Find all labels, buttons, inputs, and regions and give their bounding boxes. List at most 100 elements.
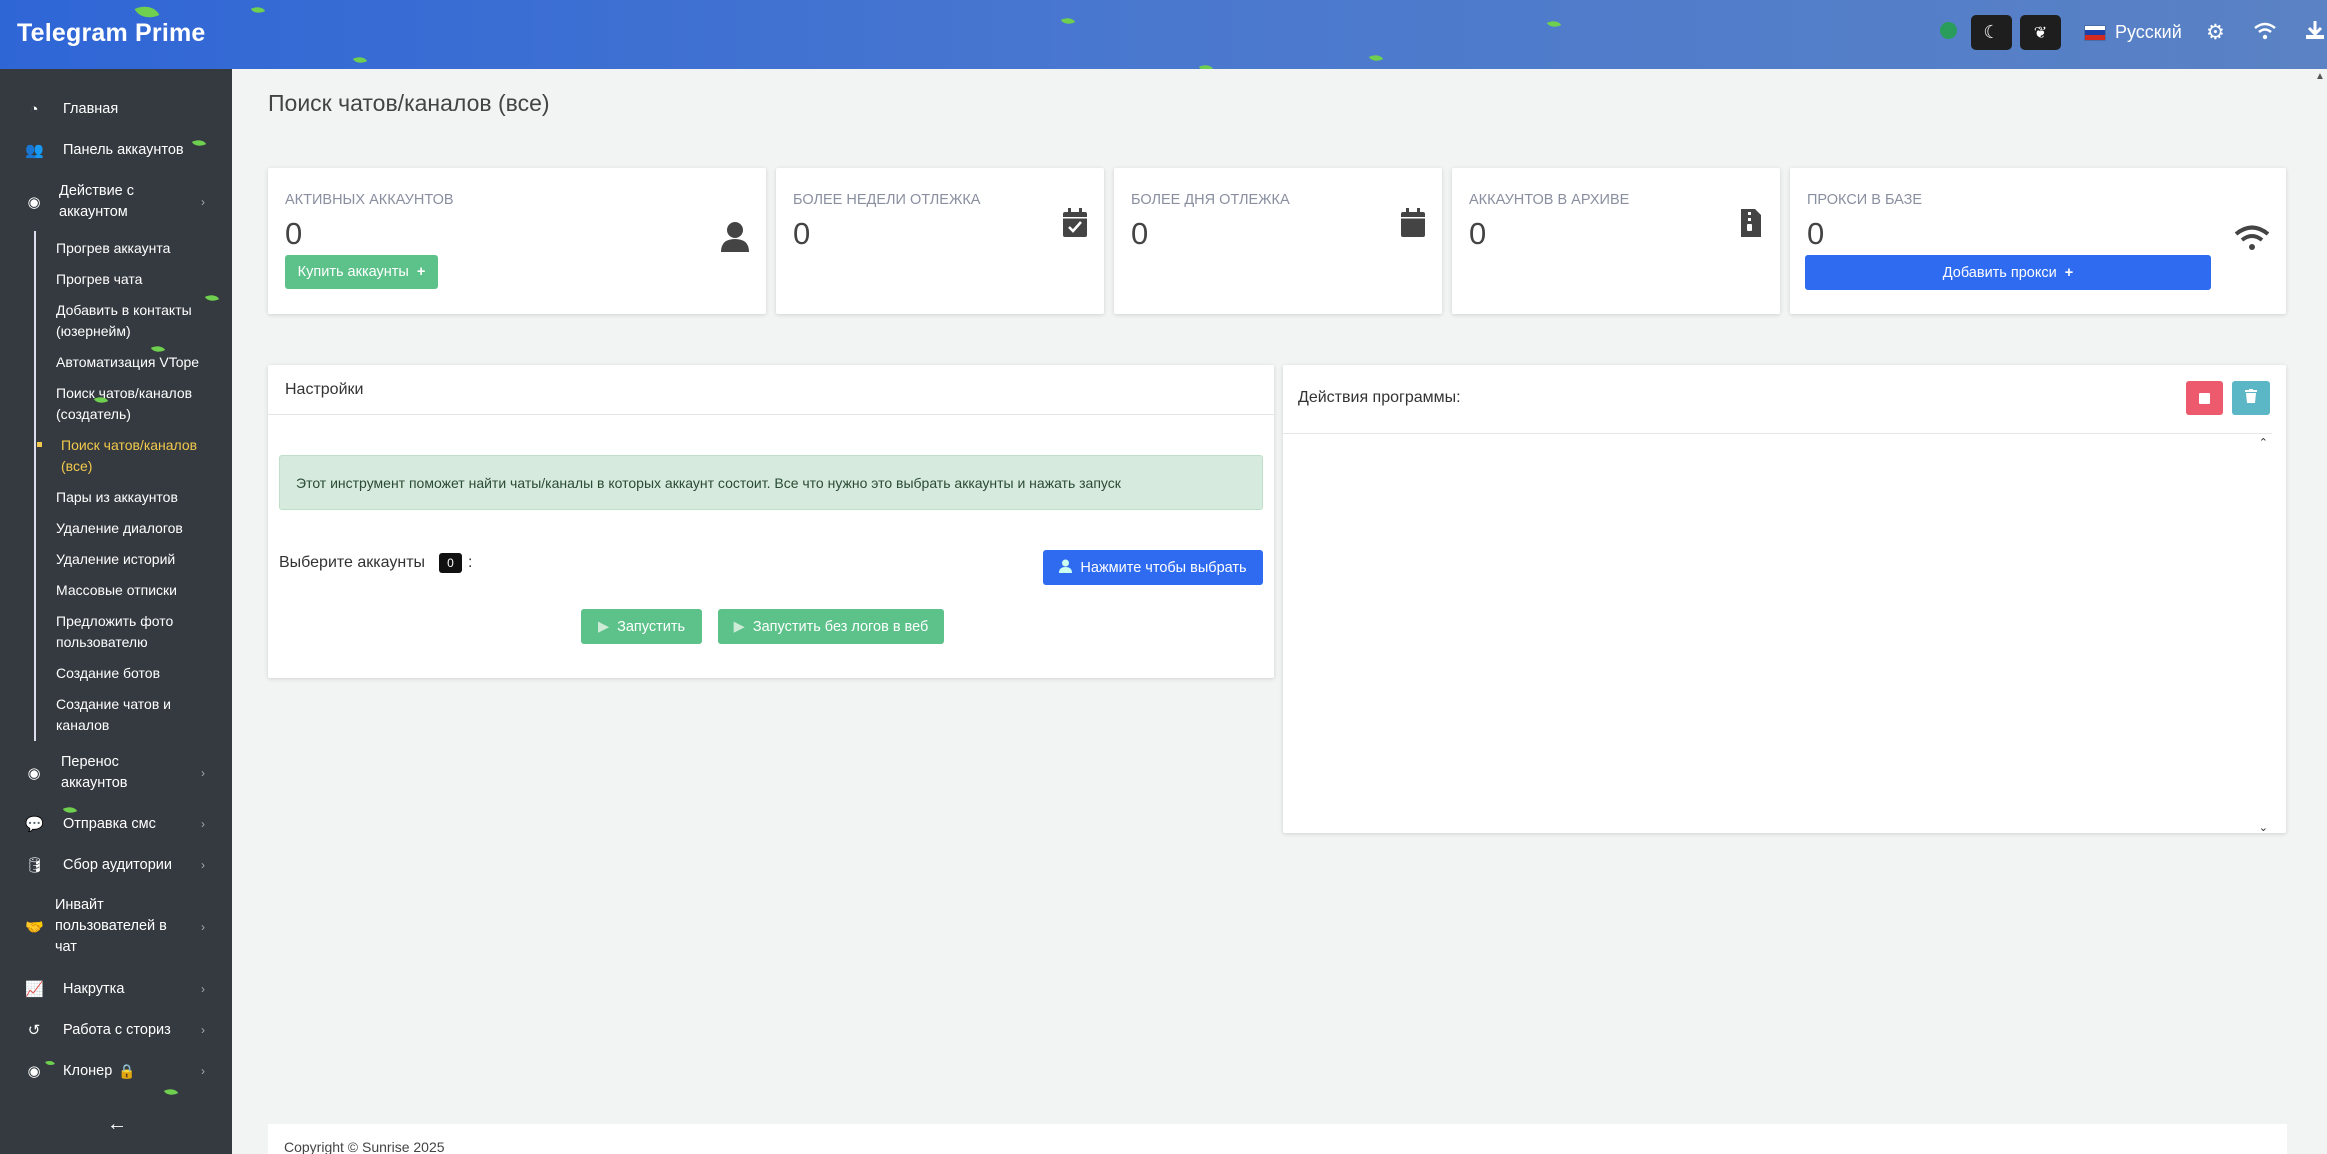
users-icon: 👥 — [25, 142, 44, 159]
chevron-right-icon: › — [201, 982, 205, 996]
calendar-check-icon — [1062, 208, 1088, 246]
leaf-decoration — [250, 3, 266, 17]
settings-panel-header: Настройки — [268, 365, 1274, 415]
sidebar-item-label: Действие с аккаунтом — [59, 183, 135, 220]
sidebar-item-invite[interactable]: 🤝 Инвайт пользователей в чат › — [0, 895, 232, 958]
sidebar-item-audience[interactable]: 🛢 Сбор аудитории › — [0, 854, 232, 876]
actions-title: Действия программы: — [1298, 389, 1461, 406]
plus-icon: + — [2064, 264, 2074, 281]
sidebar-subitem-search-creator[interactable]: Поиск чатов/каналов (создатель) — [56, 383, 206, 425]
sidebar-subitem-mass-unsubscribe[interactable]: Массовые отписки — [56, 580, 211, 601]
stat-label: АКТИВНЫХ АККАУНТОВ — [285, 192, 454, 208]
dark-mode-button[interactable]: ☾ — [1971, 15, 2012, 50]
scroll-down-icon[interactable]: ⌄ — [2259, 821, 2268, 834]
leaf-decoration — [1368, 51, 1384, 65]
trash-icon — [2245, 389, 2257, 407]
sidebar-subitem-pairs[interactable]: Пары из аккаунтов — [56, 487, 211, 508]
select-accounts-row: Выберите аккаунты 0 : — [279, 553, 472, 573]
sidebar-item-home[interactable]: ◔ Главная — [0, 98, 232, 120]
chevron-right-icon: › — [201, 817, 205, 831]
sidebar-item-label: Накрутка — [63, 980, 125, 997]
gauge-icon: ◔ — [29, 100, 39, 118]
handshake-icon: 🤝 — [25, 918, 44, 936]
active-indicator — [37, 442, 42, 447]
plus-icon: + — [416, 264, 426, 280]
stop-icon — [2199, 392, 2210, 404]
russia-flag-icon — [2084, 24, 2106, 41]
sidebar-item-label: Панель аккаунтов — [63, 141, 184, 158]
moon-icon: ☾ — [1983, 22, 2000, 42]
sidebar-item-boost[interactable]: 📈 Накрутка › — [0, 978, 232, 1000]
wifi-icon — [2234, 225, 2270, 259]
stat-card-proxy: ПРОКСИ В БАЗЕ 0 Добавить прокси + — [1790, 168, 2286, 314]
user-circle-icon: ◉ — [27, 765, 41, 782]
calendar-icon — [1400, 208, 1426, 246]
leaf-decoration — [1060, 14, 1076, 28]
run-button[interactable]: ▶ Запустить — [581, 609, 702, 644]
sidebar-subitem-suggest-photo[interactable]: Предложить фото пользователю — [56, 611, 196, 653]
select-accounts-label: Выберите аккаунты — [279, 554, 426, 571]
stat-value: 0 — [285, 216, 303, 251]
history-icon: ↺ — [27, 1022, 41, 1039]
stat-label: ПРОКСИ В БАЗЕ — [1807, 192, 1923, 208]
user-icon — [1059, 559, 1073, 577]
language-label: Русский — [2115, 22, 2182, 42]
add-proxy-button[interactable]: Добавить прокси + — [1805, 255, 2211, 290]
sidebar-subitem-warmup-account[interactable]: Прогрев аккаунта — [56, 238, 211, 259]
sidebar-item-account-actions[interactable]: ◉ Действие с аккаунтом › — [0, 181, 232, 223]
top-header: Telegram Prime ☾ ❦ Русский ⚙ — [0, 0, 2327, 75]
footer: Copyright © Sunrise 2025 — [268, 1124, 2287, 1154]
sidebar-subitem-search-all[interactable]: Поиск чатов/каналов (все) — [61, 435, 211, 477]
chevron-right-icon: › — [201, 1064, 205, 1078]
leaf-decoration — [352, 53, 368, 67]
sidebar-item-cloner[interactable]: ◉ Клонер 🔒 › — [0, 1060, 232, 1082]
stat-card-day: БОЛЕЕ ДНЯ ОТЛЕЖКА 0 — [1114, 168, 1442, 314]
select-accounts-button[interactable]: Нажмите чтобы выбрать — [1043, 550, 1263, 585]
sidebar-subitem-delete-stories[interactable]: Удаление историй — [56, 549, 211, 570]
submenu-line — [34, 231, 36, 741]
leaf-icon: ❦ — [2033, 24, 2048, 42]
sidebar-subitem-add-contacts[interactable]: Добавить в контакты (юзернейм) — [56, 300, 208, 342]
sidebar-subitem-warmup-chat[interactable]: Прогрев чата — [56, 269, 211, 290]
sidebar-item-send-sms[interactable]: 💬 Отправка смс › — [0, 813, 232, 835]
download-icon[interactable] — [2305, 20, 2325, 46]
sidebar-item-label: Инвайт пользователей в чат — [55, 897, 167, 955]
scroll-up-icon[interactable]: ⌃ — [2259, 436, 2268, 449]
log-output[interactable]: ⌃ ⌄ — [1283, 433, 2272, 836]
status-dot — [1940, 22, 1957, 39]
collapse-sidebar-icon[interactable]: ← — [107, 1113, 127, 1136]
sidebar-subitem-create-bots[interactable]: Создание ботов — [56, 663, 211, 684]
gear-icon[interactable]: ⚙ — [2206, 20, 2225, 45]
stop-button[interactable] — [2186, 381, 2223, 415]
user-circle-icon: ◉ — [27, 1063, 41, 1080]
sidebar-item-label: Сбор аудитории — [63, 856, 172, 873]
language-selector[interactable]: Русский — [2084, 22, 2182, 43]
info-alert: Этот инструмент поможет найти чаты/канал… — [279, 455, 1263, 510]
button-label: Нажмите чтобы выбрать — [1080, 559, 1247, 576]
sidebar-subitem-delete-dialogs[interactable]: Удаление диалогов — [56, 518, 211, 539]
clear-log-button[interactable] — [2232, 381, 2270, 415]
button-label: Запустить — [617, 618, 686, 635]
play-icon: ▶ — [733, 618, 745, 635]
stat-label: БОЛЕЕ НЕДЕЛИ ОТЛЕЖКА — [793, 192, 981, 208]
sidebar-subitem-create-chats[interactable]: Создание чатов и каналов — [56, 694, 196, 736]
settings-panel: Настройки Этот инструмент поможет найти … — [268, 365, 1274, 678]
run-without-logs-button[interactable]: ▶ Запустить без логов в веб — [718, 609, 944, 644]
buy-accounts-button[interactable]: Купить аккаунты + — [285, 255, 438, 289]
button-label: Добавить прокси — [1942, 264, 2057, 281]
chevron-right-icon: › — [201, 1023, 205, 1037]
chevron-right-icon: › — [201, 766, 205, 780]
user-circle-icon: ◉ — [27, 194, 41, 211]
select-accounts-suffix: : — [468, 554, 473, 571]
wifi-icon[interactable] — [2254, 22, 2276, 46]
sidebar-subitem-vtope[interactable]: Автоматизация VTope — [56, 352, 211, 373]
button-label: Запустить без логов в веб — [752, 618, 929, 635]
sidebar-item-stories[interactable]: ↺ Работа с сториз › — [0, 1019, 232, 1041]
button-label: Купить аккаунты — [297, 264, 409, 280]
settings-title: Настройки — [285, 381, 364, 398]
leaf-mode-button[interactable]: ❦ — [2020, 15, 2061, 50]
stat-label: АККАУНТОВ В АРХИВЕ — [1469, 192, 1630, 208]
copyright-text: Copyright © Sunrise 2025 — [284, 1139, 445, 1154]
sidebar-item-transfer[interactable]: ◉ Перенос аккаунтов › — [0, 752, 232, 794]
page-scroll-up-icon[interactable]: ▲ — [2315, 71, 2325, 82]
